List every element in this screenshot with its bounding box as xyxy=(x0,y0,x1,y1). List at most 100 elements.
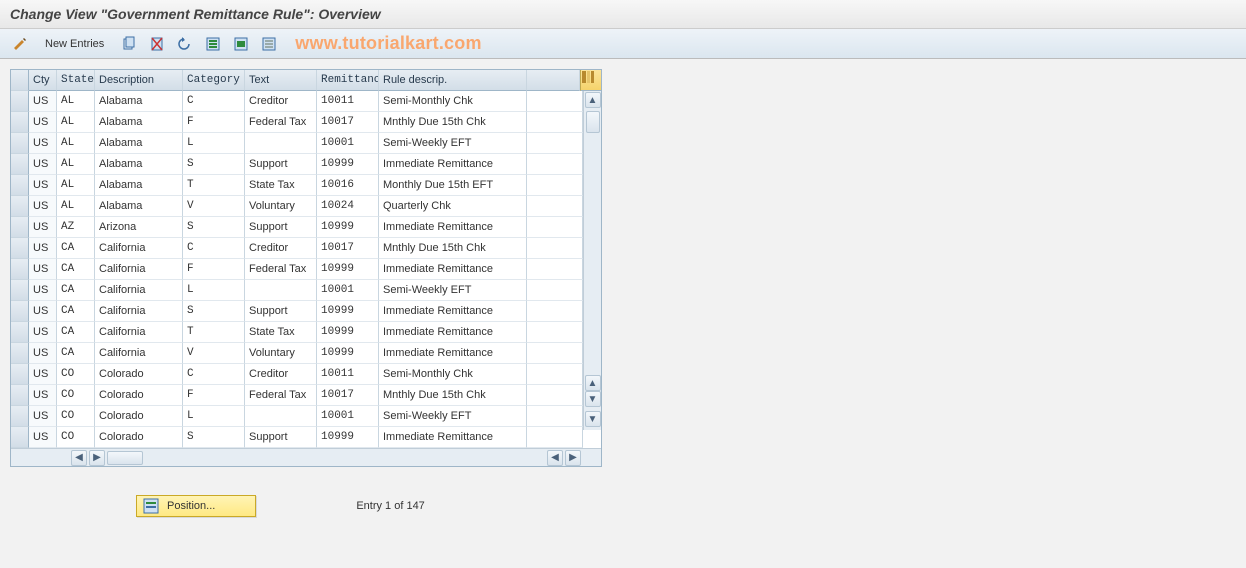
cell-cat[interactable]: T xyxy=(183,322,245,343)
cell-cty[interactable]: US xyxy=(29,238,57,259)
table-row[interactable]: USCACaliforniaVVoluntary10999Immediate R… xyxy=(11,343,583,364)
row-selector[interactable] xyxy=(11,364,29,385)
cell-rem[interactable]: 10011 xyxy=(317,91,379,112)
col-rule[interactable]: Rule descrip. xyxy=(379,70,527,91)
row-selector[interactable] xyxy=(11,259,29,280)
row-selector[interactable] xyxy=(11,385,29,406)
cell-state[interactable]: AZ xyxy=(57,217,95,238)
cell-state[interactable]: AL xyxy=(57,175,95,196)
cell-cat[interactable]: S xyxy=(183,301,245,322)
cell-state[interactable]: AL xyxy=(57,91,95,112)
table-row[interactable]: USCACaliforniaTState Tax10999Immediate R… xyxy=(11,322,583,343)
vscroll-thumb[interactable] xyxy=(586,111,600,133)
scroll-right-icon[interactable]: ▶ xyxy=(89,450,105,466)
scroll-down-icon[interactable]: ▼ xyxy=(585,391,601,407)
toggle-display-change-icon[interactable] xyxy=(8,33,32,55)
row-selector[interactable] xyxy=(11,280,29,301)
row-selector[interactable] xyxy=(11,406,29,427)
cell-cty[interactable]: US xyxy=(29,259,57,280)
cell-cat[interactable]: F xyxy=(183,385,245,406)
cell-state[interactable]: AL xyxy=(57,133,95,154)
table-row[interactable]: USCOColoradoL10001Semi-Weekly EFT xyxy=(11,406,583,427)
table-row[interactable]: USALAlabamaCCreditor10011Semi-Monthly Ch… xyxy=(11,91,583,112)
cell-state[interactable]: CA xyxy=(57,343,95,364)
cell-cty[interactable]: US xyxy=(29,364,57,385)
cell-rem[interactable]: 10001 xyxy=(317,280,379,301)
cell-state[interactable]: CA xyxy=(57,322,95,343)
cell-rem[interactable]: 10999 xyxy=(317,427,379,448)
table-row[interactable]: USCACaliforniaL10001Semi-Weekly EFT xyxy=(11,280,583,301)
row-selector[interactable] xyxy=(11,91,29,112)
cell-rem[interactable]: 10001 xyxy=(317,406,379,427)
row-selector[interactable] xyxy=(11,322,29,343)
cell-cty[interactable]: US xyxy=(29,322,57,343)
table-row[interactable]: USAZArizonaSSupport10999Immediate Remitt… xyxy=(11,217,583,238)
select-all-icon[interactable] xyxy=(201,33,225,55)
cell-state[interactable]: AL xyxy=(57,154,95,175)
table-row[interactable]: USCACaliforniaCCreditor10017Mnthly Due 1… xyxy=(11,238,583,259)
cell-rem[interactable]: 10999 xyxy=(317,343,379,364)
table-row[interactable]: USCOColoradoCCreditor10011Semi-Monthly C… xyxy=(11,364,583,385)
cell-rem[interactable]: 10024 xyxy=(317,196,379,217)
cell-cty[interactable]: US xyxy=(29,385,57,406)
table-row[interactable]: USCACaliforniaFFederal Tax10999Immediate… xyxy=(11,259,583,280)
row-selector[interactable] xyxy=(11,112,29,133)
col-text[interactable]: Text xyxy=(245,70,317,91)
cell-cat[interactable]: T xyxy=(183,175,245,196)
table-row[interactable]: USALAlabamaSSupport10999Immediate Remitt… xyxy=(11,154,583,175)
cell-cty[interactable]: US xyxy=(29,406,57,427)
col-cat[interactable]: Category xyxy=(183,70,245,91)
row-selector[interactable] xyxy=(11,175,29,196)
cell-cat[interactable]: C xyxy=(183,91,245,112)
cell-rem[interactable]: 10017 xyxy=(317,385,379,406)
row-selector[interactable] xyxy=(11,427,29,448)
cell-cty[interactable]: US xyxy=(29,301,57,322)
cell-cty[interactable]: US xyxy=(29,112,57,133)
cell-cty[interactable]: US xyxy=(29,175,57,196)
select-all-rows[interactable] xyxy=(11,70,29,91)
table-row[interactable]: USALAlabamaTState Tax10016Monthly Due 15… xyxy=(11,175,583,196)
cell-cat[interactable]: S xyxy=(183,154,245,175)
row-selector[interactable] xyxy=(11,196,29,217)
cell-rem[interactable]: 10999 xyxy=(317,154,379,175)
vertical-scrollbar[interactable]: ▲ ▼ ▲ ▼ xyxy=(583,91,601,430)
scroll-page-up-icon[interactable]: ▲ xyxy=(585,375,601,391)
cell-rem[interactable]: 10017 xyxy=(317,112,379,133)
cell-state[interactable]: CA xyxy=(57,238,95,259)
cell-cty[interactable]: US xyxy=(29,217,57,238)
scroll-left2-icon[interactable]: ◀ xyxy=(547,450,563,466)
cell-cty[interactable]: US xyxy=(29,343,57,364)
cell-cat[interactable]: C xyxy=(183,364,245,385)
col-cty[interactable]: Cty xyxy=(29,70,57,91)
row-selector[interactable] xyxy=(11,133,29,154)
table-row[interactable]: USALAlabamaVVoluntary10024Quarterly Chk xyxy=(11,196,583,217)
cell-state[interactable]: CO xyxy=(57,364,95,385)
cell-state[interactable]: CO xyxy=(57,427,95,448)
cell-rem[interactable]: 10001 xyxy=(317,133,379,154)
col-desc[interactable]: Description xyxy=(95,70,183,91)
cell-cty[interactable]: US xyxy=(29,91,57,112)
cell-state[interactable]: AL xyxy=(57,112,95,133)
cell-cat[interactable]: F xyxy=(183,112,245,133)
cell-cty[interactable]: US xyxy=(29,133,57,154)
cell-cat[interactable]: V xyxy=(183,196,245,217)
cell-cat[interactable]: L xyxy=(183,280,245,301)
col-rem[interactable]: Remittanc... xyxy=(317,70,379,91)
scroll-left-icon[interactable]: ◀ xyxy=(71,450,87,466)
horizontal-scrollbar[interactable]: ◀ ▶ ◀ ▶ xyxy=(11,448,601,466)
cell-cat[interactable]: L xyxy=(183,133,245,154)
table-row[interactable]: USALAlabamaL10001Semi-Weekly EFT xyxy=(11,133,583,154)
table-row[interactable]: USCOColoradoSSupport10999Immediate Remit… xyxy=(11,427,583,448)
cell-rem[interactable]: 10999 xyxy=(317,322,379,343)
cell-cty[interactable]: US xyxy=(29,280,57,301)
cell-state[interactable]: AL xyxy=(57,196,95,217)
cell-cat[interactable]: F xyxy=(183,259,245,280)
table-row[interactable]: USCOColoradoFFederal Tax10017Mnthly Due … xyxy=(11,385,583,406)
position-button[interactable]: Position... xyxy=(136,495,256,517)
row-selector[interactable] xyxy=(11,301,29,322)
cell-cat[interactable]: S xyxy=(183,427,245,448)
cell-state[interactable]: CA xyxy=(57,301,95,322)
cell-cty[interactable]: US xyxy=(29,154,57,175)
cell-cty[interactable]: US xyxy=(29,196,57,217)
cell-rem[interactable]: 10011 xyxy=(317,364,379,385)
